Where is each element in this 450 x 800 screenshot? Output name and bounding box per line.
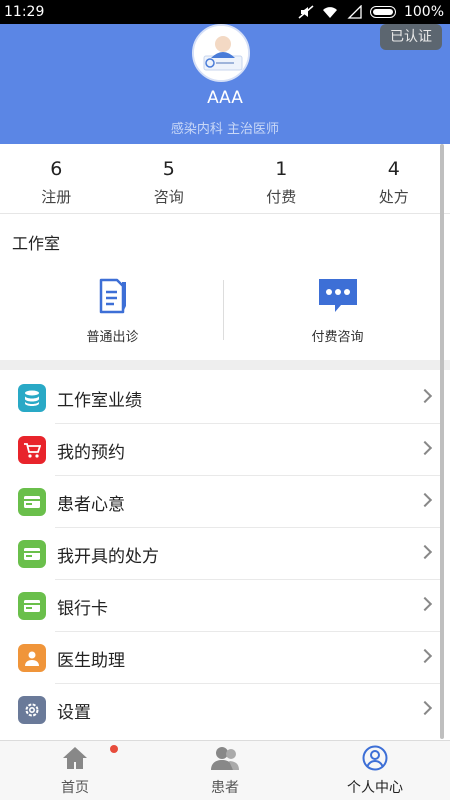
menu-item-my-appointments[interactable]: 我的预约 [0, 424, 440, 476]
menu-item-label: 医生助理 [57, 650, 125, 671]
profile-header: 已认证 AAA 感染内科 主治医师 [0, 24, 450, 144]
menu-item-my-prescriptions[interactable]: 我开具的处方 [0, 528, 440, 580]
chevron-right-icon [417, 648, 433, 664]
studio-item-label: 付费咨询 [311, 330, 364, 345]
stat-label: 付费 [266, 188, 297, 206]
database-icon [18, 384, 46, 412]
studio-section: 普通出诊 付费咨询 [0, 270, 450, 360]
menu-item-label: 银行卡 [57, 598, 108, 619]
signal-icon [347, 5, 362, 19]
notification-dot [110, 745, 118, 753]
stat-register[interactable]: 6 注册 [0, 144, 113, 213]
stats-row: 6 注册 5 咨询 1 付费 4 处方 [0, 144, 450, 214]
card-icon [18, 540, 46, 568]
doctor-dept-title: 感染内科 主治医师 [170, 122, 280, 137]
menu-item-label: 我的预约 [57, 442, 125, 463]
studio-item-label: 普通出诊 [86, 330, 139, 345]
stat-consult[interactable]: 5 咨询 [113, 144, 226, 213]
stat-label: 咨询 [153, 188, 184, 206]
battery-level: 100% [403, 4, 444, 20]
scrollbar[interactable] [440, 144, 444, 739]
tab-home[interactable]: 首页 [0, 741, 150, 800]
stat-value: 4 [387, 158, 400, 180]
mute-icon [298, 5, 314, 19]
doctor-avatar[interactable] [192, 24, 250, 82]
chevron-right-icon [417, 492, 433, 508]
bottom-tab-bar: 首页 患者 个人中心 [0, 740, 450, 800]
chevron-right-icon [417, 388, 433, 404]
person-icon [18, 644, 46, 672]
verified-badge: 已认证 [380, 24, 442, 50]
patients-icon [211, 747, 239, 770]
menu-item-settings[interactable]: 设置 [0, 684, 440, 736]
stat-label: 注册 [41, 188, 72, 206]
tab-label: 个人中心 [347, 780, 403, 796]
battery-icon [369, 6, 396, 18]
menu-item-doctor-assistant[interactable]: 医生助理 [0, 632, 440, 684]
tab-profile[interactable]: 个人中心 [300, 741, 450, 800]
home-icon [63, 747, 87, 769]
menu-item-label: 工作室业绩 [57, 390, 142, 411]
menu-item-label: 我开具的处方 [57, 546, 159, 567]
card-icon [18, 488, 46, 516]
document-edit-icon [99, 278, 126, 314]
card-icon [18, 592, 46, 620]
menu-item-label: 患者心意 [57, 494, 125, 515]
stat-label: 处方 [378, 188, 409, 206]
menu-list: 工作室业绩 我的预约 患者心意 我开具的处方 银行卡 医生助理 设置 [0, 372, 440, 736]
tab-label: 首页 [61, 780, 89, 796]
wifi-icon [322, 7, 337, 18]
stat-value: 5 [162, 158, 175, 180]
stat-prescription[interactable]: 4 处方 [338, 144, 450, 213]
section-gap [0, 360, 450, 370]
stat-paid[interactable]: 1 付费 [225, 144, 338, 213]
doctor-name: AAA [207, 88, 243, 108]
studio-item-regular-visit[interactable]: 普通出诊 [0, 270, 225, 360]
chat-bubble-icon [318, 279, 357, 312]
cart-icon [18, 436, 46, 464]
stat-value: 6 [50, 158, 63, 180]
stat-value: 1 [275, 158, 288, 180]
gear-icon [18, 696, 46, 724]
menu-item-patient-gratitude[interactable]: 患者心意 [0, 476, 440, 528]
chevron-right-icon [417, 700, 433, 716]
studio-title: 工作室 [12, 234, 61, 253]
profile-icon [362, 745, 388, 771]
chevron-right-icon [417, 596, 433, 612]
studio-item-paid-consult[interactable]: 付费咨询 [225, 270, 450, 360]
tab-label: 患者 [211, 780, 239, 796]
studio-divider [223, 280, 224, 340]
chevron-right-icon [417, 440, 433, 456]
status-time: 11:29 [4, 4, 45, 20]
menu-item-bank-card[interactable]: 银行卡 [0, 580, 440, 632]
status-bar: 11:29 100% [0, 0, 450, 24]
menu-item-label: 设置 [57, 702, 91, 723]
chevron-right-icon [417, 544, 433, 560]
tab-patients[interactable]: 患者 [150, 741, 300, 800]
menu-item-studio-performance[interactable]: 工作室业绩 [0, 372, 440, 424]
